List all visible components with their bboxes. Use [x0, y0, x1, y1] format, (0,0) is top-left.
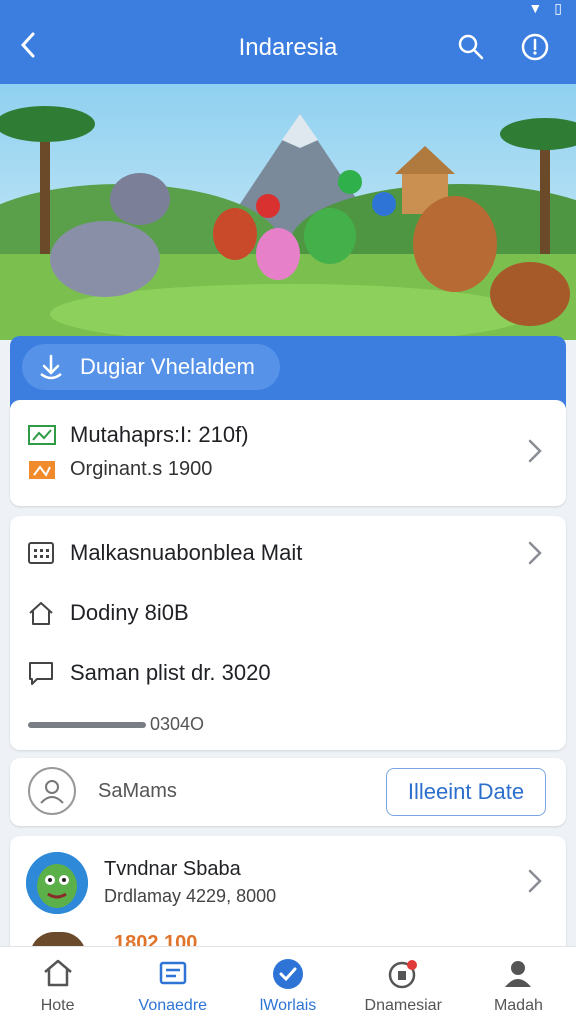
summary-secondary-text: Orginant.s 1900 — [70, 458, 213, 480]
details-main-text: Malkasnuabonblea Mait — [70, 540, 303, 565]
chevron-right-icon — [528, 439, 542, 463]
progress-value: 0304O — [150, 714, 205, 734]
download-icon — [40, 354, 62, 380]
nav-notifications[interactable]: Dnamesiar — [346, 947, 461, 1024]
status-icons: ▼ ▯ — [528, 0, 562, 17]
details-message-text: Saman plist dr. 3020 — [70, 660, 271, 685]
calendar-grid-icon — [28, 542, 54, 564]
nav-profile-label: Madah — [493, 997, 543, 1014]
profile-sub: Drdlamay 4229, 8000 — [104, 886, 277, 906]
pill-label: Dugiar Vhelaldem — [80, 354, 255, 379]
info-icon — [521, 33, 549, 61]
nav-notifications-label: Dnamesiar — [364, 997, 442, 1014]
message-icon — [29, 662, 53, 685]
money-icon — [28, 425, 56, 445]
date-button[interactable]: Illeeint Date — [386, 768, 546, 816]
search-icon — [458, 34, 484, 60]
avatar-placeholder — [28, 767, 76, 815]
profile-card[interactable]: Tvndnar Sbaba Drdlamay 4229, 8000 1802 1… — [10, 836, 566, 956]
nav-inbox-label: Vonaedre — [138, 997, 208, 1014]
inbox-icon — [159, 961, 187, 985]
app-bar: ▼ ▯ Indaresia — [0, 0, 576, 84]
details-row-message: Saman plist dr. 3020 — [28, 660, 271, 686]
details-row-home: Dodiny 8i0B — [28, 600, 189, 626]
details-card: Malkasnuabonblea Mait Dodiny 8i0B Saman … — [10, 516, 566, 750]
search-button[interactable] — [456, 32, 486, 62]
nav-home-label: Hote — [40, 997, 75, 1014]
details-home-text: Dodiny 8i0B — [70, 600, 189, 625]
chevron-right-icon — [528, 869, 542, 893]
notification-icon — [388, 960, 418, 989]
summary-primary-text: Mutahaprs:I: 210f) — [70, 422, 249, 447]
signal-icon: ▼ — [528, 0, 543, 16]
download-pill-button[interactable]: Dugiar Vhelaldem — [22, 344, 280, 390]
page-title: Indaresia — [238, 34, 338, 61]
nav-verified-label: lWorlais — [259, 997, 317, 1014]
battery-icon: ▯ — [554, 0, 562, 16]
chevron-right-icon[interactable] — [524, 538, 546, 568]
nav-inbox[interactable]: Vonaedre — [115, 947, 230, 1024]
section-header-strip: Dugiar Vhelaldem — [10, 336, 566, 408]
contact-row: SaMams — [28, 767, 177, 815]
user-icon — [40, 780, 64, 804]
details-row-main[interactable]: Malkasnuabonblea Mait — [28, 540, 528, 566]
nav-verified[interactable]: lWorlais — [230, 947, 345, 1024]
summary-row-secondary: Orginant.s 1900 — [28, 458, 212, 481]
home-icon — [43, 959, 72, 987]
coins-icon — [29, 460, 55, 479]
contact-card: SaMams Illeeint Date — [10, 758, 566, 826]
nav-profile[interactable]: Madah — [461, 947, 576, 1024]
check-badge-icon — [273, 959, 303, 989]
profile-icon — [505, 961, 532, 987]
hero-banner-image — [0, 84, 576, 340]
info-button[interactable] — [520, 32, 550, 62]
character-avatar-image — [26, 852, 88, 914]
details-row-progress: 0304O — [28, 714, 204, 735]
home-outline-icon — [29, 602, 53, 625]
summary-row-primary: Mutahaprs:I: 210f) — [28, 422, 249, 448]
nav-home[interactable]: Hote — [0, 947, 115, 1024]
progress-bar — [28, 721, 146, 728]
profile-avatar — [26, 852, 88, 914]
contact-label: SaMams — [98, 779, 177, 802]
bottom-navigation: Hote Vonaedre lWorlais Dnamesiar Madah — [0, 946, 576, 1024]
profile-name: Tvndnar Sbaba — [104, 858, 241, 880]
summary-card[interactable]: Mutahaprs:I: 210f) Orginant.s 1900 — [10, 400, 566, 506]
